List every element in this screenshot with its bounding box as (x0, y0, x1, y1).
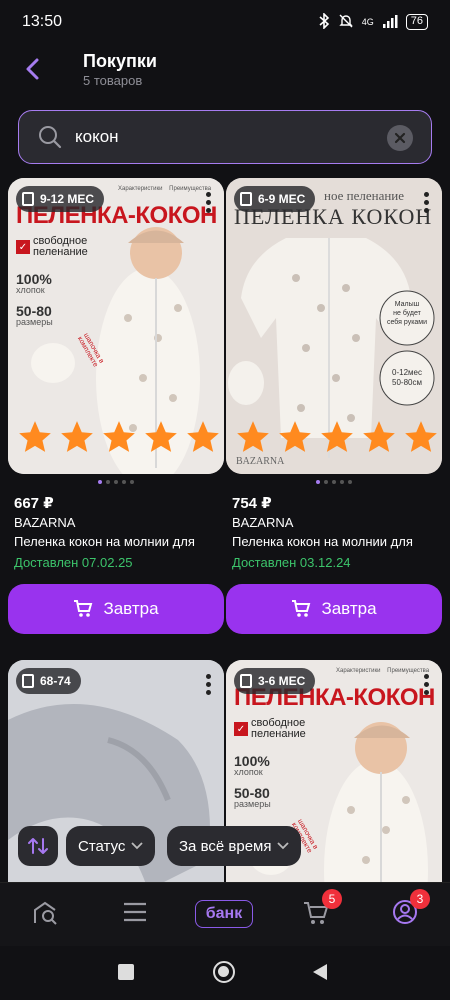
sort-button[interactable] (18, 826, 58, 866)
size-icon (22, 192, 34, 206)
more-menu-icon[interactable] (424, 674, 430, 696)
product-name[interactable]: Пеленка кокон на молнии для (232, 534, 413, 549)
nav-catalog[interactable] (122, 899, 148, 930)
more-menu-icon[interactable] (206, 192, 212, 214)
age-badge: 3-6 МЕС (234, 668, 316, 694)
image-circle-note: Малыш не будет себя руками (386, 301, 428, 326)
mute-icon (338, 13, 354, 32)
star-icon (279, 421, 311, 452)
image-tag: ✓ свободное пеленание (16, 236, 95, 258)
search-bar[interactable] (18, 110, 432, 164)
filter-bar: Статус За всё время (0, 824, 450, 868)
rating-stars (16, 418, 222, 456)
home-button[interactable] (213, 961, 235, 983)
star-icon (61, 421, 93, 452)
header: Покупки 5 товаров (0, 44, 450, 98)
check-icon: ✓ (234, 722, 248, 736)
clear-search-icon[interactable] (387, 125, 413, 151)
check-icon: ✓ (16, 240, 30, 254)
more-menu-icon[interactable] (424, 192, 430, 214)
star-icon (103, 421, 135, 452)
back-nav-button[interactable] (312, 963, 328, 986)
image-header-links: Характеристики Преимущества (336, 668, 430, 674)
status-bar: 13:50 4G 76 (0, 0, 450, 44)
cart-count-badge: 5 (322, 889, 342, 909)
product-card[interactable]: Характеристики Преимущества ПЕЛЕНКА-КОКО… (8, 178, 224, 634)
product-price: 667 ₽ (14, 495, 54, 512)
nav-cart[interactable]: 5 (302, 889, 342, 932)
home-search-icon (34, 901, 57, 925)
cart-icon (74, 600, 93, 617)
star-icon (237, 421, 269, 452)
product-brand[interactable]: BAZARNA (14, 515, 75, 530)
age-badge: 9-12 МЕС (16, 186, 105, 212)
signal-icon (382, 14, 398, 31)
star-icon (321, 421, 353, 452)
profile-count-badge: 3 (410, 889, 430, 909)
age-badge: 6-9 МЕС (234, 186, 316, 212)
recent-apps-button[interactable] (118, 964, 134, 980)
battery-indicator: 76 (405, 14, 428, 30)
star-icon (363, 421, 395, 452)
image-circle-size: 0-12мес 50-80см (392, 368, 422, 387)
product-name[interactable]: Пеленка кокон на молнии для (14, 534, 195, 549)
star-icon (145, 421, 177, 452)
buy-tomorrow-button[interactable]: Завтра (8, 584, 224, 634)
cart-icon (292, 600, 311, 617)
size-icon (240, 192, 252, 206)
image-pager (226, 480, 442, 484)
chevron-down-icon (131, 842, 144, 850)
more-menu-icon[interactable] (206, 674, 212, 696)
image-spec-1: 100% хлопок (16, 271, 52, 295)
product-card[interactable]: ное пеленание ПЕЛЕНКА КОКОН Малыш не буде… (226, 178, 442, 634)
star-icon (19, 421, 51, 452)
nav-profile[interactable]: 3 (392, 889, 430, 930)
triangle-back-icon (313, 964, 327, 980)
status-filter[interactable]: Статус (66, 826, 156, 866)
star-icon (405, 421, 437, 452)
page-subtitle: 5 товаров (83, 73, 143, 88)
nav-bank[interactable]: банк (195, 900, 253, 928)
product-image[interactable]: Характеристики Преимущества ПЕЛЕНКА-КОКО… (8, 178, 224, 474)
image-title-top: ное пеленание (324, 188, 405, 203)
image-spec-2: 50-80 размеры (234, 785, 271, 809)
product-image[interactable]: ное пеленание ПЕЛЕНКА КОКОН Малыш не буде… (226, 178, 442, 474)
menu-icon (124, 902, 146, 922)
product-brand[interactable]: BAZARNA (232, 515, 293, 530)
age-badge: 68-74 (16, 668, 81, 694)
search-icon (37, 124, 63, 155)
size-icon (22, 674, 34, 688)
delivery-status: Доставлен 03.12.24 (232, 555, 351, 570)
image-header-links: Характеристики Преимущества (118, 186, 212, 192)
network-label: 4G (361, 17, 374, 27)
image-pager (8, 480, 224, 484)
system-nav-bar (0, 946, 450, 1000)
chevron-left-icon (26, 58, 39, 80)
size-icon (240, 674, 252, 688)
delivery-status: Доставлен 07.02.25 (14, 555, 133, 570)
image-logo: BAZARNA (236, 456, 285, 467)
rating-stars (234, 418, 440, 456)
image-tag: ✓ свободное пеленание (234, 718, 313, 740)
period-filter[interactable]: За всё время (167, 826, 302, 866)
search-input[interactable] (75, 125, 375, 149)
nav-home[interactable] (32, 899, 60, 932)
buy-tomorrow-button[interactable]: Завтра (226, 584, 442, 634)
sort-icon (28, 838, 48, 854)
image-spec-1: 100% хлопок (234, 753, 270, 777)
bluetooth-icon (318, 11, 330, 32)
bottom-nav: банк 5 3 (0, 882, 450, 946)
star-icon (187, 421, 219, 452)
image-spec-2: 50-80 размеры (16, 303, 53, 327)
status-time: 13:50 (22, 13, 63, 30)
status-icons: 4G 76 (318, 11, 428, 32)
product-price: 754 ₽ (232, 495, 272, 512)
back-button[interactable] (18, 54, 48, 84)
chevron-down-icon (277, 842, 290, 850)
page-title: Покупки (83, 51, 157, 71)
